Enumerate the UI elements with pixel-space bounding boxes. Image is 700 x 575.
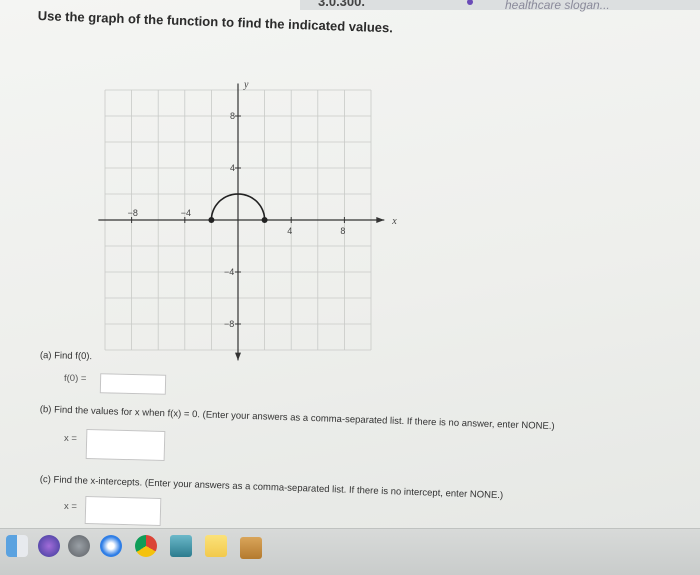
y-axis-label: y <box>243 79 249 90</box>
answer-a-input[interactable] <box>99 373 167 395</box>
question-a: (a) Find f(0). <box>40 350 93 362</box>
siri-icon[interactable] <box>38 535 60 557</box>
curve-endpoint <box>208 217 215 223</box>
x-tick-label: −4 <box>181 208 191 218</box>
question-a-label: (a) Find f(0). <box>39 350 93 363</box>
y-tick-label: −8 <box>224 319 234 329</box>
y-tick-label: 8 <box>230 111 235 121</box>
y-tick-label: 4 <box>230 163 235 173</box>
x-tick-label: −8 <box>128 208 138 218</box>
y-tick-label: −4 <box>224 267 234 277</box>
answer-b-input[interactable] <box>85 428 166 462</box>
curve-endpoint <box>261 217 268 223</box>
notes-icon[interactable] <box>205 535 227 557</box>
chrome-icon[interactable] <box>135 535 157 557</box>
x-axis-label: x <box>391 216 397 227</box>
launchpad-icon[interactable] <box>68 535 90 557</box>
question-a-eq-label: f(0) = <box>64 373 87 384</box>
y-axis-arrow <box>235 352 241 361</box>
question-c-eq-label: x = <box>64 501 77 512</box>
finder-icon[interactable] <box>6 535 28 557</box>
x-tick-label: 4 <box>287 226 292 236</box>
preview-icon[interactable] <box>170 535 192 557</box>
safari-icon[interactable] <box>100 535 122 557</box>
question-b-eq-label: x = <box>64 433 77 444</box>
graph-tick-labels: x y −8 −4 4 8 8 4 −4 −8 <box>128 79 398 329</box>
x-tick-label: 8 <box>340 226 345 236</box>
graph-axes <box>98 83 385 361</box>
dock <box>0 528 700 575</box>
worksheet-page: 3.0.300. healthcare slogan... Use the gr… <box>0 0 700 528</box>
x-axis-arrow <box>376 217 385 223</box>
answer-c-input[interactable] <box>84 496 162 526</box>
folder-icon[interactable] <box>240 537 262 559</box>
